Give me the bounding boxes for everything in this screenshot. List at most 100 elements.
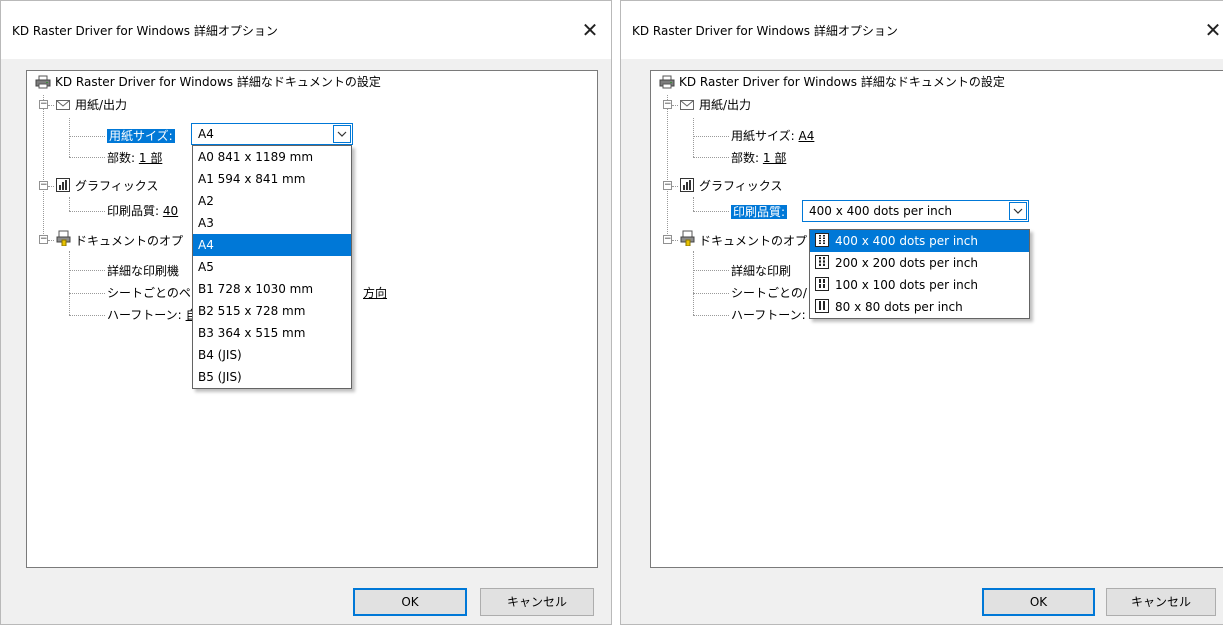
- option-label: 200 x 200 dots per inch: [835, 256, 978, 270]
- dropdown-option[interactable]: A0 841 x 1189 mm: [193, 146, 351, 168]
- option-label: A2: [198, 194, 214, 208]
- root-label: KD Raster Driver for Windows 詳細なドキュメントの設…: [55, 75, 381, 89]
- tree-item-copies[interactable]: 部数: 1 部: [731, 148, 786, 168]
- tree-item-copies[interactable]: 部数: 1 部: [107, 148, 162, 168]
- root-label: KD Raster Driver for Windows 詳細なドキュメントの設…: [679, 75, 1005, 89]
- option-label: B1 728 x 1030 mm: [198, 282, 314, 296]
- dropdown-option[interactable]: 80 x 80 dots per inch: [810, 296, 1029, 318]
- tree-item-paper-output[interactable]: 用紙/出力: [75, 95, 127, 115]
- print-quality-label: 印刷品質:: [107, 204, 160, 218]
- dropdown-option[interactable]: 200 x 200 dots per inch: [810, 252, 1029, 274]
- copies-label: 部数:: [731, 151, 760, 165]
- print-quality-value: 40: [162, 204, 179, 218]
- paper-size-label: 用紙サイズ:: [731, 129, 795, 143]
- option-label: 100 x 100 dots per inch: [835, 278, 978, 292]
- dropdown-option[interactable]: A5: [193, 256, 351, 278]
- option-label: A3: [198, 216, 214, 230]
- collapse-toggle[interactable]: −: [39, 235, 48, 244]
- document-options-icon: [56, 230, 71, 246]
- tree-item-paper-output[interactable]: 用紙/出力: [699, 95, 751, 115]
- option-label: A5: [198, 260, 214, 274]
- dropdown-option[interactable]: 400 x 400 dots per inch: [810, 230, 1029, 252]
- combo-value: A4: [198, 127, 214, 141]
- option-label: B5 (JIS): [198, 370, 242, 384]
- tree-item-document-options[interactable]: ドキュメントのオプ: [699, 231, 807, 251]
- paper-size-value: A4: [798, 129, 815, 143]
- ok-button[interactable]: OK: [353, 588, 467, 616]
- printer-icon: [659, 75, 675, 89]
- resolution-icon: [815, 277, 829, 291]
- paper-size-label: 用紙サイズ:: [107, 129, 175, 143]
- tree-item-paper-size[interactable]: 用紙サイズ: A4: [731, 126, 814, 146]
- envelope-icon: [680, 100, 694, 110]
- paper-size-combobox[interactable]: A4: [191, 123, 353, 145]
- tree-item-print-quality[interactable]: 印刷品質: 40: [107, 201, 178, 221]
- title-bar: KD Raster Driver for Windows 詳細オプション ✕: [1, 1, 611, 59]
- dropdown-option[interactable]: A3: [193, 212, 351, 234]
- resolution-icon: [815, 299, 829, 313]
- dropdown-option[interactable]: 100 x 100 dots per inch: [810, 274, 1029, 296]
- option-label: B2 515 x 728 mm: [198, 304, 306, 318]
- halftone-label: ハーフトーン:: [107, 308, 182, 322]
- dropdown-option[interactable]: A2: [193, 190, 351, 212]
- dropdown-option[interactable]: B3 364 x 515 mm: [193, 322, 351, 344]
- dropdown-option[interactable]: B2 515 x 728 mm: [193, 300, 351, 322]
- dropdown-option[interactable]: A4: [193, 234, 351, 256]
- option-label: B4 (JIS): [198, 348, 242, 362]
- graphics-icon: [680, 178, 694, 192]
- tree-item-pages-per-sheet[interactable]: シートごとのペ: [107, 283, 191, 303]
- tree-item-paper-size[interactable]: 用紙サイズ:: [107, 126, 175, 146]
- combo-value: 400 x 400 dots per inch: [809, 204, 952, 218]
- ok-button[interactable]: OK: [982, 588, 1095, 616]
- pages-per-sheet-value: 方向: [363, 286, 388, 300]
- tree-item-halftone[interactable]: ハーフトーン: 自: [107, 305, 198, 325]
- settings-tree[interactable]: KD Raster Driver for Windows 詳細なドキュメントの設…: [650, 70, 1223, 568]
- dropdown-option[interactable]: B5 (JIS): [193, 366, 351, 388]
- options-dialog-paper: KD Raster Driver for Windows 詳細オプション ✕ K…: [0, 0, 612, 625]
- option-label: B3 364 x 515 mm: [198, 326, 306, 340]
- collapse-toggle[interactable]: −: [39, 100, 48, 109]
- copies-value: 1 部: [138, 151, 163, 165]
- tree-item-graphics[interactable]: グラフィックス: [699, 176, 782, 196]
- chevron-down-icon[interactable]: [333, 125, 351, 143]
- tree-item-advanced-printing[interactable]: 詳細な印刷: [731, 261, 791, 281]
- print-quality-combobox[interactable]: 400 x 400 dots per inch: [802, 200, 1029, 222]
- settings-tree[interactable]: KD Raster Driver for Windows 詳細なドキュメントの設…: [26, 70, 598, 568]
- tree-item-halftone[interactable]: ハーフトーン:: [731, 305, 806, 325]
- cancel-button[interactable]: キャンセル: [480, 588, 594, 616]
- window-title: KD Raster Driver for Windows 詳細オプション: [12, 24, 278, 38]
- document-options-icon: [680, 230, 695, 246]
- copies-label: 部数:: [107, 151, 136, 165]
- collapse-toggle[interactable]: −: [663, 181, 672, 190]
- close-icon[interactable]: ✕: [575, 15, 605, 45]
- window-title: KD Raster Driver for Windows 詳細オプション: [632, 24, 898, 38]
- paper-size-dropdown-list[interactable]: A0 841 x 1189 mm A1 594 x 841 mm A2 A3 A4 A5 B…: [192, 145, 352, 389]
- option-label: 400 x 400 dots per inch: [835, 234, 978, 248]
- tree-item-print-quality[interactable]: 印刷品質:: [731, 202, 788, 222]
- option-label: 80 x 80 dots per inch: [835, 300, 963, 314]
- close-icon[interactable]: ✕: [1198, 15, 1223, 45]
- tree-item-pages-per-sheet[interactable]: シートごとの/: [731, 283, 807, 303]
- chevron-down-icon[interactable]: [1009, 202, 1027, 220]
- tree-item-graphics[interactable]: グラフィックス: [75, 176, 158, 196]
- option-label: A1 594 x 841 mm: [198, 172, 306, 186]
- options-dialog-quality: KD Raster Driver for Windows 詳細オプション ✕ K…: [620, 0, 1223, 625]
- resolution-icon: [815, 255, 829, 269]
- dropdown-option[interactable]: A1 594 x 841 mm: [193, 168, 351, 190]
- resolution-icon: [815, 233, 829, 247]
- collapse-toggle[interactable]: −: [663, 235, 672, 244]
- tree-item-advanced-printing[interactable]: 詳細な印刷機: [107, 261, 179, 281]
- copies-value: 1 部: [762, 151, 787, 165]
- dropdown-option[interactable]: B4 (JIS): [193, 344, 351, 366]
- tree-item-document-options[interactable]: ドキュメントのオプ: [75, 231, 183, 251]
- printer-icon: [35, 75, 51, 89]
- option-label: A4: [198, 238, 214, 252]
- graphics-icon: [56, 178, 70, 192]
- cancel-button[interactable]: キャンセル: [1106, 588, 1216, 616]
- collapse-toggle[interactable]: −: [39, 181, 48, 190]
- print-quality-label: 印刷品質:: [731, 205, 788, 219]
- title-bar: KD Raster Driver for Windows 詳細オプション ✕: [621, 1, 1223, 59]
- print-quality-dropdown-list[interactable]: 400 x 400 dots per inch 200 x 200 dots pe…: [809, 229, 1030, 319]
- collapse-toggle[interactable]: −: [663, 100, 672, 109]
- dropdown-option[interactable]: B1 728 x 1030 mm: [193, 278, 351, 300]
